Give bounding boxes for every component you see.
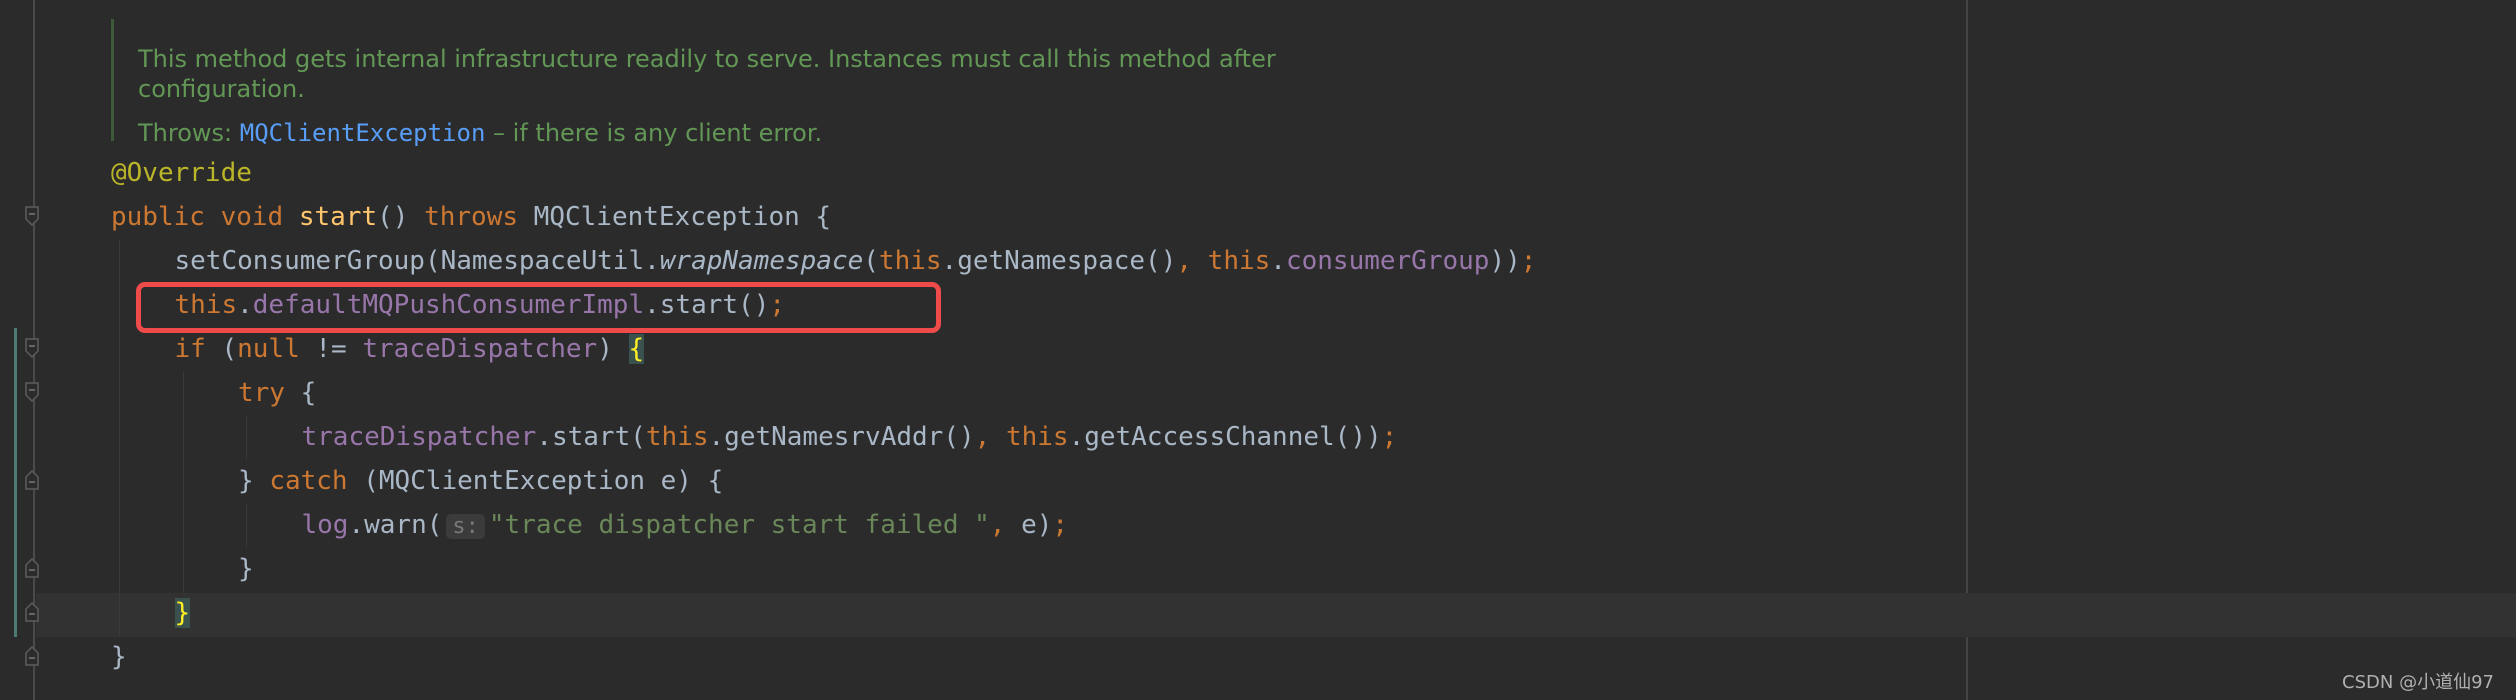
throws-desc: – if there is any client error.	[485, 119, 823, 147]
code-token: ;	[1052, 510, 1069, 540]
doc-line: configuration.	[138, 75, 305, 103]
code-token: .getNamespace()	[941, 246, 1177, 276]
fold-collapse-icon[interactable]	[25, 206, 39, 226]
code-token: }	[111, 642, 127, 672]
code-token: log	[301, 510, 349, 540]
code-token: }	[238, 466, 270, 496]
current-line-highlight	[36, 593, 2516, 637]
code-token: }	[238, 554, 254, 584]
code-token: ,	[974, 422, 1006, 452]
code-token: .start(	[536, 422, 646, 452]
code-token: (	[221, 334, 238, 364]
code-token: try	[238, 378, 301, 408]
code-token: traceDispatcher	[362, 334, 598, 364]
code-token: null	[237, 334, 316, 364]
code-token: ()	[377, 202, 425, 232]
fold-collapse-icon[interactable]	[25, 382, 39, 402]
indent-guide	[246, 416, 247, 460]
fold-collapse-icon[interactable]	[25, 338, 39, 358]
fold-end-icon[interactable]	[25, 558, 39, 578]
code-token: setConsumerGroup(NamespaceUtil.	[174, 246, 660, 276]
code-token: MQClientException {	[533, 202, 832, 232]
code-line[interactable]: } catch (MQClientException e) {	[238, 459, 723, 503]
code-token: this	[1207, 246, 1271, 276]
code-token: "trace dispatcher start failed "	[488, 510, 990, 540]
code-token: {	[300, 378, 317, 408]
indent-guide	[246, 504, 247, 548]
indent-guide	[119, 240, 120, 637]
code-line[interactable]: try {	[238, 371, 316, 415]
code-line[interactable]: traceDispatcher.start(this.getNamesrvAdd…	[302, 415, 1398, 459]
code-token: }	[174, 598, 191, 628]
code-token: )	[597, 334, 629, 364]
code-token: wrapNamespace	[659, 246, 864, 276]
code-token: .	[1270, 246, 1286, 276]
code-line[interactable]: setConsumerGroup(NamespaceUtil.wrapNames…	[175, 239, 1537, 283]
code-token: (	[863, 246, 879, 276]
code-line[interactable]: }	[174, 591, 191, 635]
code-token: public void	[111, 202, 299, 232]
code-token: if	[174, 334, 222, 364]
code-token: this	[1005, 422, 1069, 452]
code-token: this	[878, 246, 942, 276]
code-line[interactable]: }	[111, 635, 127, 679]
code-token: ,	[1176, 246, 1208, 276]
fold-end-icon[interactable]	[25, 602, 39, 622]
code-token: .warn(	[348, 510, 443, 540]
watermark: CSDN @小道仙97	[2342, 672, 2494, 693]
highlight-annotation-box	[136, 282, 941, 333]
doc-comment: This method gets internal infrastructure…	[111, 19, 1276, 147]
throws-label: Throws:	[138, 119, 233, 147]
code-token: this	[645, 422, 709, 452]
code-token: consumerGroup	[1285, 246, 1490, 276]
code-token: {	[628, 334, 645, 364]
fold-end-icon[interactable]	[25, 470, 39, 490]
code-token: .getAccessChannel())	[1068, 422, 1382, 452]
code-line[interactable]: log.warn(s: "trace dispatcher start faile…	[302, 503, 1069, 547]
code-token: ,	[989, 510, 1022, 540]
code-token: start	[298, 202, 378, 232]
code-token: (MQClientException e) {	[363, 466, 724, 496]
code-token: @Override	[111, 158, 252, 188]
code-token: ;	[1520, 246, 1537, 276]
code-token: !=	[315, 334, 363, 364]
code-token: ;	[1381, 422, 1398, 452]
code-token: catch	[269, 466, 364, 496]
parameter-hint: s:	[446, 514, 485, 539]
code-line[interactable]: public void start() throws MQClientExcep…	[111, 195, 831, 239]
vcs-change-marker[interactable]	[14, 328, 17, 637]
code-token: .getNamesrvAddr()	[708, 422, 975, 452]
fold-end-icon[interactable]	[25, 646, 39, 666]
code-token: traceDispatcher	[301, 422, 537, 452]
code-line[interactable]: @Override	[111, 151, 252, 195]
code-token: throws	[424, 202, 534, 232]
code-line[interactable]: }	[238, 547, 254, 591]
doc-throws: Throws: MQClientException – if there is …	[138, 119, 822, 147]
code-line[interactable]: if (null != traceDispatcher) {	[175, 327, 645, 371]
exception-link[interactable]: MQClientException	[240, 119, 486, 147]
indent-guide	[183, 372, 184, 593]
code-token: ))	[1489, 246, 1521, 276]
doc-line: This method gets internal infrastructure…	[138, 45, 1276, 73]
code-token: e)	[1021, 510, 1053, 540]
